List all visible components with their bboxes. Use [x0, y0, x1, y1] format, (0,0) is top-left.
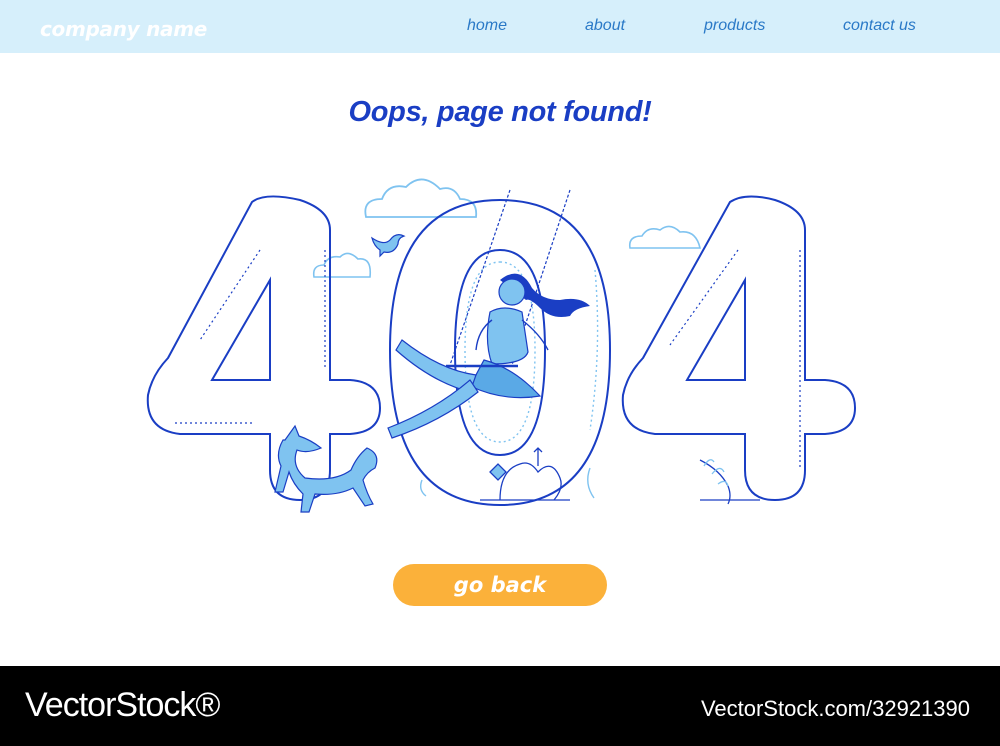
watermark-brand: VectorStock®	[25, 686, 220, 724]
watermark-image-id: VectorStock.com/32921390	[700, 696, 970, 721]
page-not-found-headline: Oops, page not found!	[348, 96, 652, 128]
header-bar: company name home about products contact…	[0, 0, 1000, 53]
cloud-icon	[628, 225, 701, 249]
plant-icon	[480, 447, 570, 501]
nav-about-link[interactable]: about	[585, 17, 625, 35]
404-artwork: 404	[140, 170, 857, 513]
nav-products-link[interactable]: products	[704, 17, 765, 35]
bird-icon	[371, 234, 406, 258]
company-logo-text[interactable]: company name	[40, 17, 207, 41]
girl-on-swing-figure	[387, 273, 590, 439]
digit-four-left	[146, 195, 382, 502]
footer-bar: VectorStock® VectorStock.com/32921390	[0, 666, 1000, 746]
go-back-button[interactable]: go back	[393, 564, 607, 606]
nav-home-link[interactable]: home	[467, 17, 507, 35]
error-404-illustration: 404	[140, 170, 860, 520]
cloud-icon	[364, 178, 478, 218]
error-code-text: 404	[140, 170, 142, 171]
nav-contact-link[interactable]: contact us	[843, 17, 916, 35]
cloud-icon	[312, 252, 372, 278]
plant-icon	[699, 459, 760, 505]
